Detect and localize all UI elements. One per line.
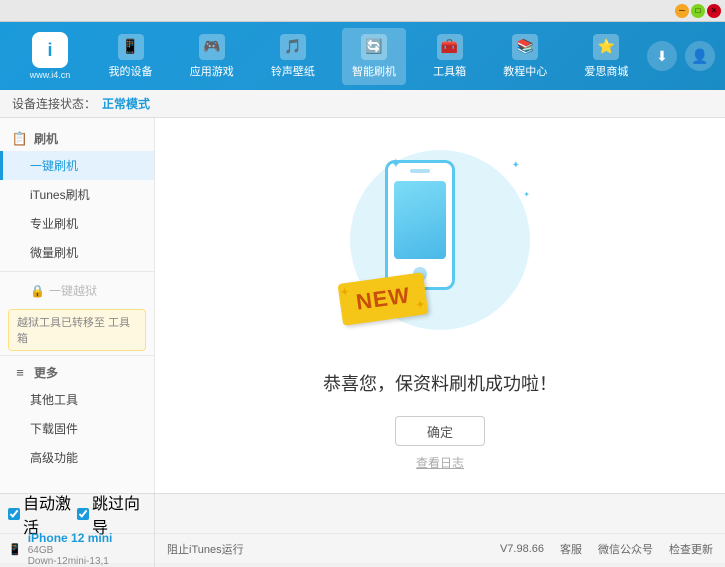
nav-label-toolbox: 工具箱 xyxy=(433,63,466,79)
sidebar-item-advanced[interactable]: 高级功能 xyxy=(0,443,154,472)
header: i www.i4.cn 📱 我的设备 🎮 应用游戏 🎵 铃声壁纸 🔄 智能刷机 … xyxy=(0,22,725,90)
sidebar-item-download-firmware[interactable]: 下载固件 xyxy=(0,414,154,443)
bottom-checkboxes: 自动激活 跳过向导 xyxy=(0,494,155,533)
content-area: ✦ ✦ ✦ NEW 恭喜您，保资料刷机成功啦！ 确定 查看日志 xyxy=(155,118,725,493)
bottom-top-row: 自动激活 跳过向导 xyxy=(0,494,725,534)
auto-start-checkbox[interactable] xyxy=(8,508,20,520)
sidebar-item-other-tools[interactable]: 其他工具 xyxy=(0,385,154,414)
nav-item-apps-games[interactable]: 🎮 应用游戏 xyxy=(180,28,244,85)
sparkle-1: ✦ xyxy=(390,155,402,172)
success-message: 恭喜您，保资料刷机成功啦！ xyxy=(323,370,557,396)
window-controls: ─ □ ✕ xyxy=(675,4,721,18)
sidebar-more-section: ≡ 更多 xyxy=(0,360,154,385)
sidebar: 📋 刷机 一键刷机 iTunes刷机 专业刷机 微量刷机 🔒 一键越狱 越狱工具… xyxy=(0,118,155,493)
nav-item-tutorial[interactable]: 📚 教程中心 xyxy=(493,28,557,85)
nav-icon-ringtones: 🎵 xyxy=(280,34,306,60)
flash-section-icon: 📋 xyxy=(12,131,28,147)
nav-icon-recommended: ⭐ xyxy=(593,34,619,60)
sidebar-divider-1 xyxy=(0,271,154,272)
sparkle-2: ✦ xyxy=(512,160,520,171)
phone-illustration xyxy=(385,160,455,290)
phone-screen xyxy=(394,181,446,259)
download-button[interactable]: ⬇ xyxy=(647,41,677,71)
minimize-button[interactable]: ─ xyxy=(675,4,689,18)
warning-text: 越狱工具已转移至 工具箱 xyxy=(17,317,130,345)
sidebar-item-one-click-flash[interactable]: 一键刷机 xyxy=(0,151,154,180)
retry-link[interactable]: 查看日志 xyxy=(416,454,464,471)
maximize-button[interactable]: □ xyxy=(691,4,705,18)
nav-label-apps-games: 应用游戏 xyxy=(190,63,234,79)
nav-item-recommended[interactable]: ⭐ 爱思商城 xyxy=(574,28,638,85)
device-info-block: iPhone 12 mini 64GB Down-12mini-13,1 xyxy=(28,531,113,567)
jailbreak-label: 一键越狱 xyxy=(49,282,97,299)
nav-label-my-device: 我的设备 xyxy=(109,63,153,79)
itunes-label: 阻止iTunes运行 xyxy=(167,541,244,557)
wizard-checkbox[interactable] xyxy=(77,508,89,520)
bottom-device-section: 📱 iPhone 12 mini 64GB Down-12mini-13,1 xyxy=(0,531,155,567)
title-bar: ─ □ ✕ xyxy=(0,0,725,22)
new-badge: NEW xyxy=(340,278,426,320)
sidebar-item-itunes-flash[interactable]: iTunes刷机 xyxy=(0,180,154,209)
confirm-button[interactable]: 确定 xyxy=(395,416,485,446)
header-right: ⬇ 👤 xyxy=(647,41,715,71)
lock-icon: 🔒 xyxy=(30,284,45,298)
more-section-icon: ≡ xyxy=(12,365,28,381)
status-label: 设备连接状态： xyxy=(12,95,96,112)
logo[interactable]: i www.i4.cn xyxy=(10,32,90,80)
sidebar-item-pro-flash[interactable]: 专业刷机 xyxy=(0,209,154,238)
success-illustration: ✦ ✦ ✦ NEW xyxy=(330,140,550,350)
nav-icon-tutorial: 📚 xyxy=(512,34,538,60)
user-button[interactable]: 👤 xyxy=(685,41,715,71)
nav-item-ringtones[interactable]: 🎵 铃声壁纸 xyxy=(261,28,325,85)
nav-label-tutorial: 教程中心 xyxy=(503,63,547,79)
wechat-public-link[interactable]: 微信公众号 xyxy=(598,541,653,557)
main-container: 📋 刷机 一键刷机 iTunes刷机 专业刷机 微量刷机 🔒 一键越狱 越狱工具… xyxy=(0,118,725,493)
check-update-link[interactable]: 检查更新 xyxy=(669,541,713,557)
status-value: 正常模式 xyxy=(102,95,150,112)
nav-label-ringtones: 铃声壁纸 xyxy=(271,63,315,79)
nav-icon-toolbox: 🧰 xyxy=(437,34,463,60)
flash-section-label: 刷机 xyxy=(34,130,58,147)
nav-item-my-device[interactable]: 📱 我的设备 xyxy=(99,28,163,85)
sparkle-3: ✦ xyxy=(523,190,530,199)
bottom-section: 自动激活 跳过向导 📱 iPhone 12 mini 64GB Down-12m… xyxy=(0,493,725,563)
bottom-top-right xyxy=(155,494,725,533)
sidebar-warning-box: 越狱工具已转移至 工具箱 xyxy=(8,309,146,351)
bottom-bot-row: 📱 iPhone 12 mini 64GB Down-12mini-13,1 阻… xyxy=(0,534,725,564)
customer-service-link[interactable]: 客服 xyxy=(560,541,582,557)
nav-item-smart-flash[interactable]: 🔄 智能刷机 xyxy=(342,28,406,85)
logo-text: www.i4.cn xyxy=(30,70,71,80)
phone-icon: 📱 xyxy=(8,543,22,556)
device-storage: 64GB xyxy=(28,545,113,556)
nav-icon-my-device: 📱 xyxy=(118,34,144,60)
sidebar-flash-section: 📋 刷机 xyxy=(0,126,154,151)
device-name: iPhone 12 mini xyxy=(28,531,113,545)
bottom-right-links: 阻止iTunes运行 V7.98.66 客服 微信公众号 检查更新 xyxy=(155,541,725,557)
more-section-label: 更多 xyxy=(34,364,58,381)
nav-icon-smart-flash: 🔄 xyxy=(361,34,387,60)
new-ribbon-text: NEW xyxy=(337,272,428,326)
nav-item-toolbox[interactable]: 🧰 工具箱 xyxy=(423,28,476,85)
version-text: V7.98.66 xyxy=(500,543,544,555)
status-bar: 设备连接状态： 正常模式 xyxy=(0,90,725,118)
nav-items: 📱 我的设备 🎮 应用游戏 🎵 铃声壁纸 🔄 智能刷机 🧰 工具箱 📚 教程中心… xyxy=(90,28,647,85)
nav-icon-apps-games: 🎮 xyxy=(199,34,225,60)
nav-label-smart-flash: 智能刷机 xyxy=(352,63,396,79)
nav-label-recommended: 爱思商城 xyxy=(584,63,628,79)
device-model: Down-12mini-13,1 xyxy=(28,556,113,567)
sidebar-divider-2 xyxy=(0,355,154,356)
logo-icon: i xyxy=(32,32,68,68)
close-button[interactable]: ✕ xyxy=(707,4,721,18)
sidebar-jailbreak-disabled: 🔒 一键越狱 xyxy=(0,276,154,305)
sidebar-item-ota-flash[interactable]: 微量刷机 xyxy=(0,238,154,267)
